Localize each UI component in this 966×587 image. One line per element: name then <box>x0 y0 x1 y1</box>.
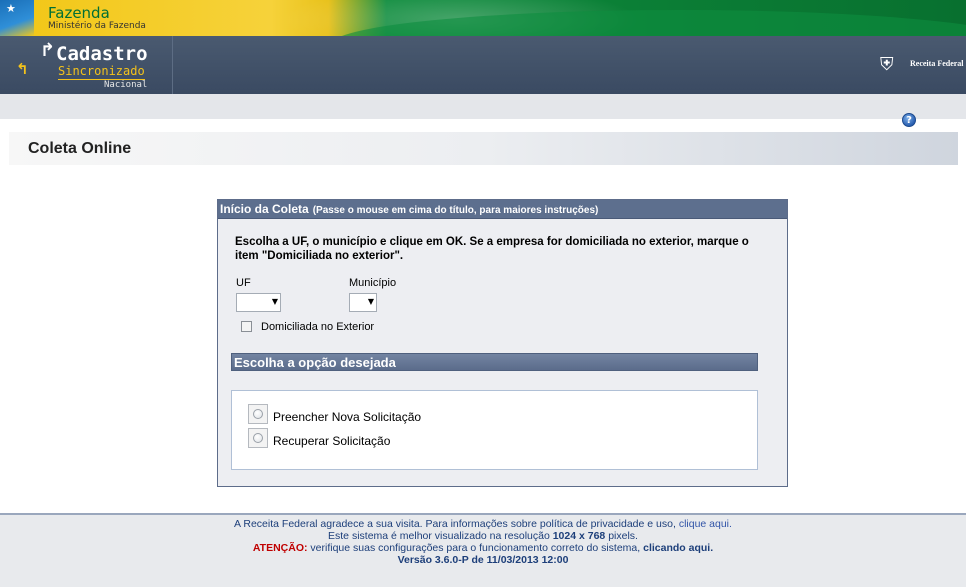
option-section-title: Escolha a opção desejada <box>234 355 396 370</box>
receita-federal-label[interactable]: Receita Federal <box>910 59 964 68</box>
footer-resolution-prefix: Este sistema é melhor visualizado na res… <box>328 530 550 542</box>
recuperar-solicitacao-label[interactable]: Recuperar Solicitação <box>273 434 390 448</box>
domiciliada-label[interactable]: Domiciliada no Exterior <box>261 321 374 333</box>
star-icon: ★ <box>6 2 16 15</box>
footer-warning-label: ATENÇÃO: <box>252 542 308 554</box>
recuperar-solicitacao-radio[interactable] <box>248 428 268 448</box>
page-title: Coleta Online <box>28 140 132 157</box>
footer-resolution-suffix: pixels. <box>608 530 638 542</box>
domiciliada-checkbox[interactable] <box>241 321 252 332</box>
uf-label: UF <box>236 277 251 289</box>
coleta-panel: Início da Coleta (Passe o mouse em cima d… <box>217 199 788 487</box>
footer-resolution-line: Este sistema é melhor visualizado na res… <box>0 530 966 542</box>
municipio-label: Município <box>349 277 397 289</box>
footer-version: Versão 3.6.0-P de 11/03/2013 12:00 <box>397 554 569 566</box>
config-link[interactable]: clicando aqui. <box>643 542 713 554</box>
sync-arrow-icon: ↰ <box>16 60 29 78</box>
radio-dot <box>253 433 263 443</box>
logo-sincronizado: Sincronizado <box>58 64 145 80</box>
question-icon[interactable]: ? <box>902 113 916 127</box>
footer-warning-text: verifique suas configurações para o func… <box>310 542 641 554</box>
municipio-select[interactable]: ▼ <box>349 293 377 312</box>
options-box: Preencher Nova Solicitação Recuperar Sol… <box>231 390 758 470</box>
logo-hook-icon: ↱ <box>40 40 56 61</box>
panel-hint: (Passe o mouse em cima do título, para m… <box>312 205 599 216</box>
page-title-bar: Coleta Online <box>9 132 958 165</box>
panel-title-text: Início da Coleta <box>220 202 309 216</box>
panel-header[interactable]: Início da Coleta (Passe o mouse em cima d… <box>218 200 787 219</box>
logo-cadastro: Cadastro <box>56 43 148 65</box>
footer-privacy-line: A Receita Federal agradece a sua visita.… <box>0 518 966 530</box>
uf-select[interactable]: ▼ <box>236 293 281 312</box>
instructions-text: Escolha a UF, o município e clique em OK… <box>235 236 749 262</box>
privacy-link[interactable]: clique aqui. <box>679 518 732 530</box>
receita-federal-logo-icon: ⛨ <box>880 54 894 75</box>
footer-resolution-value: 1024 x 768 <box>552 530 606 542</box>
nova-solicitacao-radio[interactable] <box>248 404 268 424</box>
chevron-down-icon: ▼ <box>271 297 278 306</box>
fazenda-title[interactable]: Fazenda <box>48 4 110 22</box>
footer: A Receita Federal agradece a sua visita.… <box>0 513 966 587</box>
fazenda-subtitle: Ministério da Fazenda <box>48 21 146 31</box>
government-banner: ★ Fazenda Ministério da Fazenda <box>0 0 966 36</box>
option-section-header: Escolha a opção desejada <box>231 353 758 371</box>
app-header: ↰ ↱ Cadastro Sincronizado Nacional ⛨ Rec… <box>0 36 966 94</box>
logo-nacional: Nacional <box>104 80 148 90</box>
footer-privacy-text: A Receita Federal agradece a sua visita.… <box>234 518 676 530</box>
panel-title[interactable]: Início da Coleta (Passe o mouse em cima d… <box>220 202 598 216</box>
sub-navigation-bar <box>0 94 966 119</box>
header-divider <box>172 36 173 94</box>
footer-warning-line: ATENÇÃO: verifique suas configurações pa… <box>0 542 966 554</box>
chevron-down-icon: ▼ <box>367 297 374 306</box>
nova-solicitacao-label[interactable]: Preencher Nova Solicitação <box>273 410 421 424</box>
radio-dot <box>253 409 263 419</box>
